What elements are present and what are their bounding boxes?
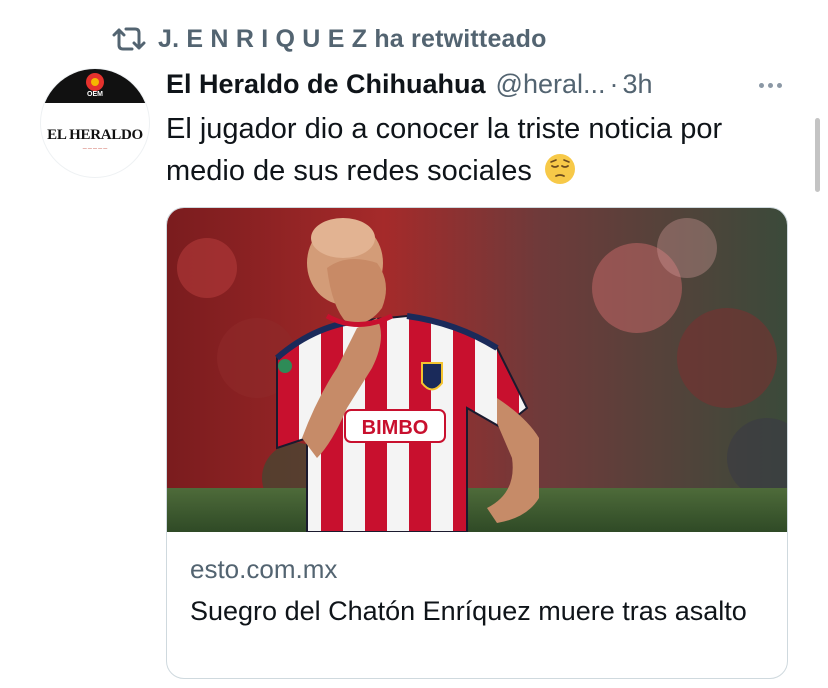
avatar-logo-text: EL HERALDO <box>47 127 143 143</box>
avatar[interactable]: OEM EL HERALDO — — — — — <box>40 68 150 178</box>
retweet-icon <box>112 24 146 54</box>
soccer-player-photo[interactable]: BIMBO <box>167 208 787 532</box>
card-domain[interactable]: esto.com.mx <box>190 554 337 585</box>
avatar-logo-sub: — — — — — <box>82 145 108 150</box>
tweet-time[interactable]: 3h <box>623 69 653 100</box>
scrollbar[interactable] <box>815 118 820 192</box>
card-title[interactable]: Suegro del Chatón Enríquez muere tras as… <box>190 592 770 630</box>
retweet-indicator[interactable]: J. E N R I Q U E Z ha retwitteado <box>112 22 547 56</box>
author-handle[interactable]: @heral... <box>496 69 606 100</box>
tweet-header: El Heraldo de Chihuahua @heral... · 3h <box>166 64 726 104</box>
oem-badge-icon <box>86 73 104 91</box>
avatar-badge-text: OEM <box>87 91 103 98</box>
tweet-body: El jugador dio a conocer la triste notic… <box>166 113 723 187</box>
separator-dot: · <box>609 68 619 99</box>
retweet-text[interactable]: J. E N R I Q U E Z ha retwitteado <box>158 25 547 54</box>
pensive-face-emoji <box>544 154 575 184</box>
link-card[interactable]: BIMBO esto.com.mx Suegro del Chatón Enrí… <box>166 207 788 679</box>
jersey-sponsor-text: BIMBO <box>362 417 429 439</box>
tweet-text: El jugador dio a conocer la triste notic… <box>166 108 796 192</box>
author-name[interactable]: El Heraldo de Chihuahua <box>166 69 486 100</box>
more-horizontal-icon[interactable] <box>752 70 788 100</box>
